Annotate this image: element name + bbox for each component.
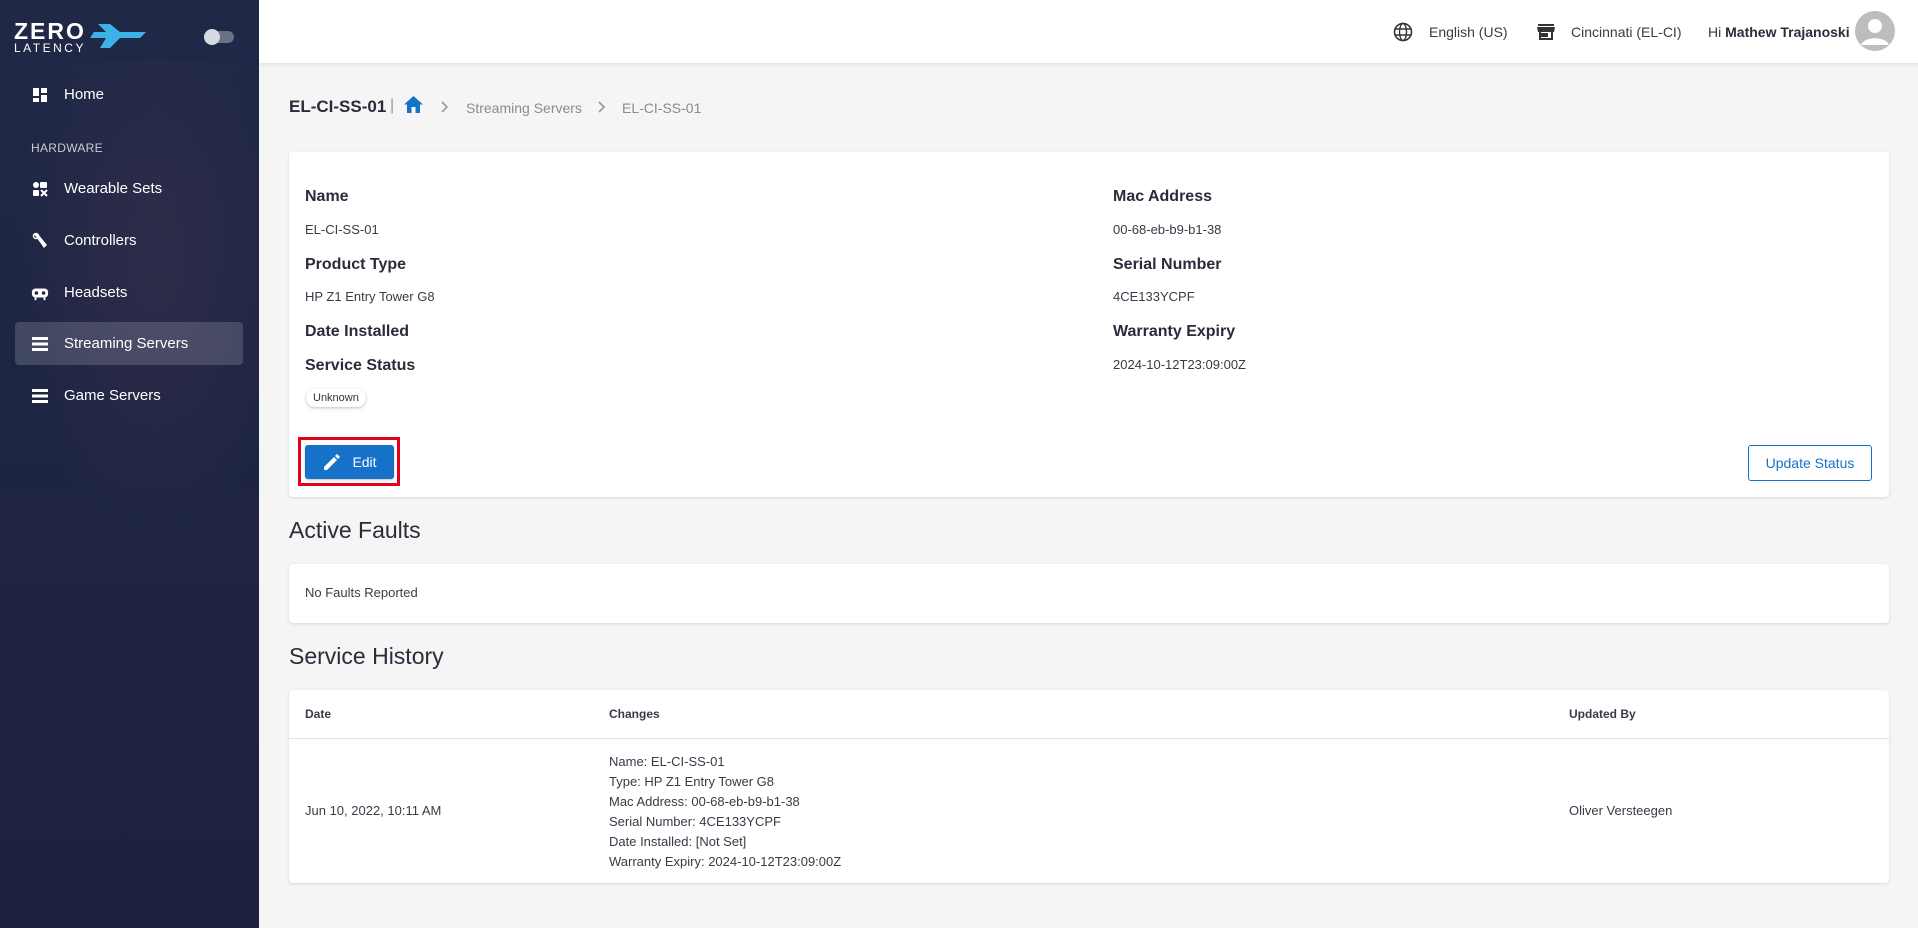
serial-number-label: Serial Number [1113,256,1222,273]
change-line: Warranty Expiry: 2024-10-12T23:09:00Z [609,854,842,869]
name-value: EL-CI-SS-01 [305,222,379,237]
sidebar-item-label: Controllers [64,232,137,249]
column-header-changes[interactable]: Changes [609,707,660,721]
chevron-right-icon [441,101,449,113]
warranty-expiry-value: 2024-10-12T23:09:00Z [1113,357,1246,372]
change-line: Type: HP Z1 Entry Tower G8 [609,774,774,789]
warranty-expiry-label: Warranty Expiry [1113,323,1236,340]
serial-number-value: 4CE133YCPF [1113,289,1195,304]
sidebar-item-headsets[interactable]: Headsets [15,271,243,314]
sidebar-item-streaming-servers[interactable]: Streaming Servers [15,322,243,365]
server-icon [31,387,49,405]
sidebar-item-label: Home [64,86,105,103]
home-icon[interactable] [404,96,423,118]
update-status-button[interactable]: Update Status [1748,445,1872,481]
service-history-title: Service History [289,643,444,669]
sidebar-item-controllers[interactable]: Controllers [15,219,243,262]
language-label: English (US) [1429,23,1508,40]
product-type-value: HP Z1 Entry Tower G8 [305,289,435,304]
globe-icon [1393,22,1413,41]
mac-address-value: 00-68-eb-b9-b1-38 [1113,222,1222,237]
sidebar-item-game-servers[interactable]: Game Servers [15,374,243,417]
location-selector[interactable]: Cincinnati (EL-CI) [1537,0,1681,63]
theme-toggle[interactable] [204,29,234,45]
breadcrumb-streaming-servers[interactable]: Streaming Servers [466,100,582,116]
status-badge: Unknown [306,389,366,407]
change-line: Mac Address: 00-68-eb-b9-b1-38 [609,794,800,809]
change-line: Serial Number: 4CE133YCPF [609,814,781,829]
sidebar-item-home[interactable]: Home [15,73,243,116]
product-type-label: Product Type [305,256,407,273]
no-faults-text: No Faults Reported [305,585,418,600]
breadcrumb-separator: | [390,97,395,114]
toggle-knob [204,29,220,45]
zero-latency-logo[interactable]: ZERO LATENCY [14,18,146,55]
edit-button-label: Edit [352,454,377,470]
table-header-divider [289,738,1889,739]
active-faults-title: Active Faults [289,517,421,543]
sidebar: ZERO LATENCY Home HARDWARE Wearable Sets… [0,0,259,928]
column-header-updated-by[interactable]: Updated By [1569,707,1636,721]
service-history-table [289,690,1889,883]
sidebar-item-label: Game Servers [64,387,161,404]
sidebar-item-label: Wearable Sets [64,180,163,197]
greeting-text: Hi [1708,23,1722,40]
details-card [289,152,1889,497]
history-row-updated-by: Oliver Versteegen [1569,803,1673,818]
breadcrumb-current: EL-CI-SS-01 [622,100,702,116]
location-label: Cincinnati (EL-CI) [1571,23,1682,40]
wearable-sets-icon [31,180,49,198]
controller-icon [31,232,49,250]
sidebar-section-hardware: HARDWARE [31,141,103,155]
headset-icon [31,284,49,302]
date-installed-label: Date Installed [305,323,410,340]
dashboard-icon [31,86,49,104]
page-title: EL-CI-SS-01 [289,97,387,116]
language-selector[interactable]: English (US) [1393,0,1508,63]
server-icon [31,335,49,353]
person-icon [1861,19,1889,45]
user-greeting: Hi Mathew Trajanoski [1708,0,1850,63]
store-icon [1537,23,1555,40]
pencil-icon [324,454,341,470]
user-avatar[interactable] [1855,11,1895,51]
history-row-date: Jun 10, 2022, 10:11 AM [305,803,442,818]
logo-arrow-icon [82,24,146,48]
active-faults-card [289,564,1889,623]
service-status-label: Service Status [305,357,416,374]
change-line: Date Installed: [Not Set] [609,834,747,849]
mac-address-label: Mac Address [1113,188,1212,205]
history-row-changes: Name: EL-CI-SS-01 Type: HP Z1 Entry Towe… [609,752,841,872]
change-line: Name: EL-CI-SS-01 [609,754,725,769]
sidebar-item-label: Streaming Servers [64,335,189,352]
column-header-date[interactable]: Date [305,707,331,721]
name-label: Name [305,188,349,205]
chevron-right-icon [598,101,606,113]
logo-text-bottom: LATENCY [14,41,86,55]
sidebar-item-label: Headsets [64,284,128,301]
user-name: Mathew Trajanoski [1725,23,1850,40]
edit-button[interactable]: Edit [305,445,394,479]
sidebar-item-wearable-sets[interactable]: Wearable Sets [15,167,243,210]
